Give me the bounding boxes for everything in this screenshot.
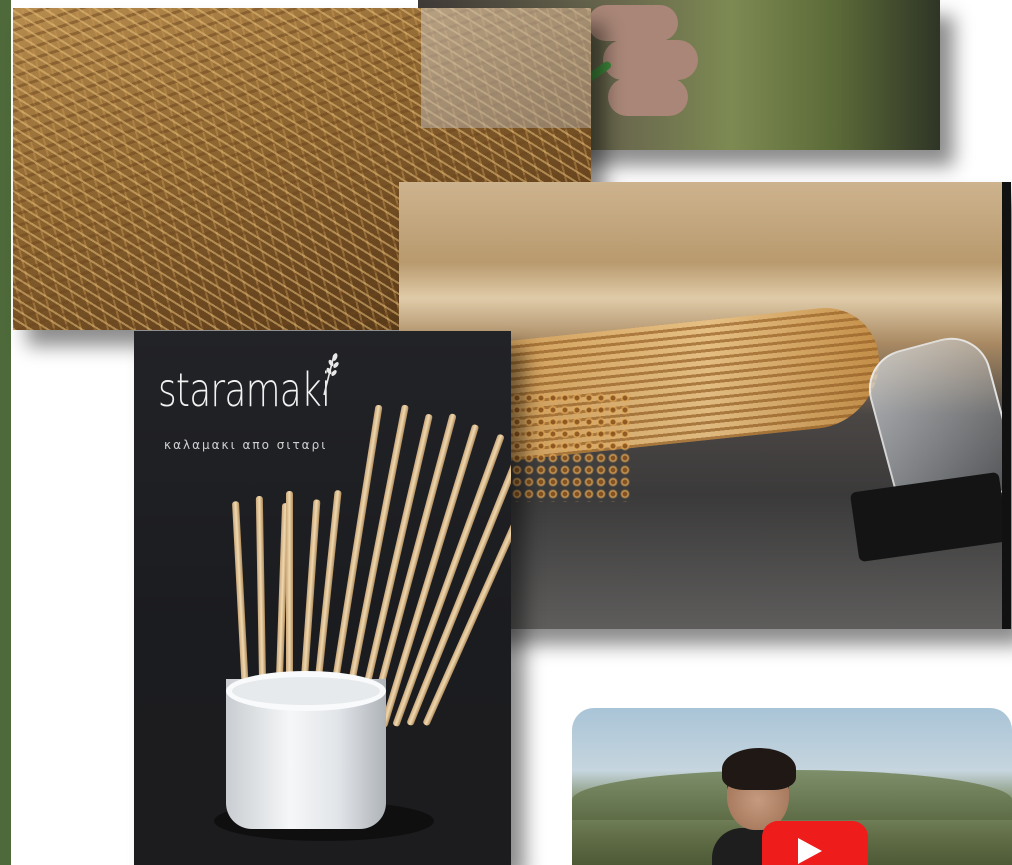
cup-rim: [226, 671, 386, 711]
photo-staramaki-product[interactable]: staramaki καλαμακι απο σιταρι: [134, 331, 511, 865]
play-icon: [798, 838, 822, 864]
video-thumbnail[interactable]: [572, 708, 1012, 865]
finger-shape: [603, 40, 698, 80]
brand-logo: staramaki: [158, 363, 331, 417]
left-accent-bar: [0, 0, 11, 865]
wheat-icon: [323, 353, 339, 396]
finger-shape: [588, 5, 678, 41]
brand-tagline: καλαμακι απο σιταρι: [164, 438, 328, 452]
photo-edge: [1002, 182, 1011, 629]
youtube-play-button[interactable]: [762, 821, 868, 865]
cutter-device: [849, 471, 1009, 563]
person-hair: [722, 748, 796, 790]
finger-shape: [608, 78, 688, 116]
sack-background: [421, 8, 591, 128]
straw-ends: [511, 392, 631, 502]
